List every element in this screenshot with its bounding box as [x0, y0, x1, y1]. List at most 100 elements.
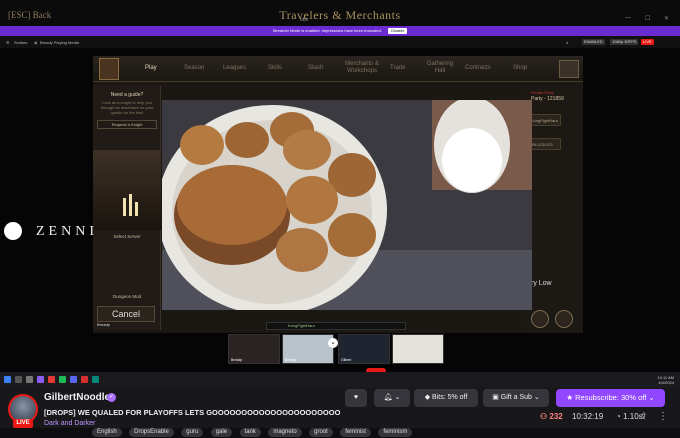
tag[interactable]: gale: [210, 428, 233, 437]
app-icon[interactable]: [48, 376, 55, 383]
tag[interactable]: feminism: [378, 428, 413, 437]
subscriber-bar: [266, 322, 406, 330]
need-guide-text: Look as a knight to help you through an …: [100, 100, 154, 115]
app-icon[interactable]: [37, 376, 44, 383]
select-server-label[interactable]: Select Server: [97, 234, 157, 239]
team-logo: [4, 222, 22, 240]
sponsor-logo: ZENNI: [36, 224, 98, 239]
game-right-panel: Private Party Party - 121859 KongFightHa…: [525, 86, 583, 330]
verified-icon: ✓: [107, 393, 116, 402]
gear-icon[interactable]: ⚙: [6, 40, 10, 45]
close-icon[interactable]: ✕: [664, 15, 669, 22]
tag[interactable]: English: [92, 428, 122, 437]
stream-title: [DROPS] WE QUALED FOR PLAYOFFS LETS GOOO…: [44, 408, 341, 417]
nav-play[interactable]: Play: [145, 65, 157, 71]
settings-icon[interactable]: [559, 60, 579, 78]
resubscribe-label: Resubscribe: 30% off: [575, 393, 647, 402]
thumbnail-label: Gilbert: [341, 358, 352, 362]
multiview-strip: Breadp Bready ⌄ Gilbert: [228, 334, 444, 366]
stream-video-player[interactable]: [ESC] Back Travelers & Merchants obs — ☐…: [0, 0, 680, 388]
obs-icon[interactable]: [81, 376, 88, 383]
discord-icon[interactable]: [70, 376, 77, 383]
bits-icon: ◆: [424, 394, 431, 401]
windows-start-icon[interactable]: [4, 376, 11, 383]
live-badge: LIVE: [13, 419, 33, 428]
tag[interactable]: feminist: [340, 428, 371, 437]
party-member-2: IRLOCK123: [531, 142, 553, 147]
viewer-icon: ⚇: [540, 412, 548, 421]
nav-merchants[interactable]: Merchants & Workshops: [337, 61, 387, 75]
food-scene: [162, 100, 532, 310]
candle: [129, 194, 132, 216]
chevron-down-icon[interactable]: ⌄: [328, 338, 338, 348]
game-category-link[interactable]: Dark and Darker: [44, 420, 95, 427]
party-member-1: KongFightHaur: [531, 118, 558, 123]
notifications-button[interactable]: 🔔︎ ⌄: [374, 389, 410, 407]
viewer-count: ⚇ 232: [540, 412, 563, 421]
latency-indicator: ◔ 1.10s: [616, 412, 643, 421]
minimize-icon[interactable]: —: [625, 15, 631, 21]
disable-button[interactable]: Disable: [388, 28, 408, 34]
source-icon: ◉: [34, 40, 38, 45]
nav-contracts[interactable]: Contracts: [465, 65, 491, 71]
star-icon: ★: [566, 393, 574, 402]
app-icon[interactable]: [92, 376, 99, 383]
maximize-icon[interactable]: ☐: [645, 15, 650, 22]
party-code: Party - 121859: [531, 96, 564, 102]
spotify-icon[interactable]: [59, 376, 66, 383]
nav-season[interactable]: Season: [184, 65, 204, 71]
ready-button[interactable]: [531, 310, 549, 328]
viewer-count-value: 232: [549, 412, 563, 421]
quality-pill: 1080p 30FPS: [610, 39, 639, 45]
search-icon[interactable]: [15, 376, 22, 383]
need-guide-heading: Need a guide?: [110, 92, 144, 98]
tag[interactable]: tank: [239, 428, 261, 437]
private-party-label: Private Party: [531, 90, 554, 95]
nav-skills[interactable]: Skills: [268, 65, 282, 71]
nav-trade[interactable]: Trade: [390, 65, 405, 71]
dungeon-mod-label[interactable]: Dungeon Mod: [97, 294, 157, 299]
latency-icon: ◔: [616, 412, 621, 421]
follow-button[interactable]: ♥: [345, 389, 367, 407]
thumbnail[interactable]: Bready: [282, 334, 334, 364]
share-icon[interactable]: ⇪: [640, 411, 648, 422]
gift-sub-label: Gift a Sub: [500, 394, 532, 401]
game-logo: [99, 58, 119, 80]
bell-icon: 🔔︎ ⌄: [383, 394, 401, 401]
thumbnail[interactable]: [392, 334, 444, 364]
candle: [123, 198, 126, 216]
obs-window-title: obs: [300, 17, 309, 23]
nav-leagues[interactable]: Leagues: [223, 65, 246, 71]
request-knight-button[interactable]: Request a Knight: [97, 120, 157, 129]
tag[interactable]: DropsEnable: [129, 428, 174, 437]
menu-button[interactable]: [555, 310, 573, 328]
game-nav-bar: Play Season Leagues Skills Stash Merchan…: [93, 56, 583, 82]
taskview-icon[interactable]: [26, 376, 33, 383]
thumbnail-label: Breadp: [231, 358, 243, 362]
resubscribe-button[interactable]: ★ Resubscribe: 30% off ⌄: [556, 389, 665, 407]
live-pill: LIVE: [641, 39, 654, 45]
tag[interactable]: groot: [309, 428, 333, 437]
windows-taskbar: 10:11 AM 4/4/2024: [0, 372, 680, 388]
gift-icon: ▣: [492, 394, 499, 401]
candle: [135, 202, 138, 216]
nav-shop[interactable]: Shop: [513, 65, 527, 71]
tag[interactable]: guru: [181, 428, 204, 437]
system-clock: 10:11 AM 4/4/2024: [657, 375, 674, 385]
cancel-button[interactable]: Cancel: [97, 306, 155, 322]
thumbnail[interactable]: Gilbert: [338, 334, 390, 364]
tavern-scene: [93, 150, 161, 230]
bits-button[interactable]: ◆ Bits: 5% off: [414, 389, 478, 407]
bits-label: Bits: 5% off: [432, 394, 468, 401]
mic-icon[interactable]: ●: [566, 40, 568, 45]
tag[interactable]: magneto: [268, 428, 302, 437]
thumbnail[interactable]: Breadp: [228, 334, 280, 364]
more-options-icon[interactable]: ⋮: [658, 411, 668, 422]
channel-name[interactable]: GilbertNoodle: [44, 392, 110, 403]
chevron-down-icon: ⌄: [648, 393, 655, 402]
nav-gathering-hall[interactable]: Gathering Hall: [423, 61, 457, 75]
gift-sub-button[interactable]: ▣ Gift a Sub ⌄: [483, 389, 549, 407]
esc-back-button[interactable]: [ESC] Back: [8, 10, 51, 20]
heart-icon: ♥: [353, 394, 359, 401]
nav-stash[interactable]: Stash: [308, 65, 323, 71]
